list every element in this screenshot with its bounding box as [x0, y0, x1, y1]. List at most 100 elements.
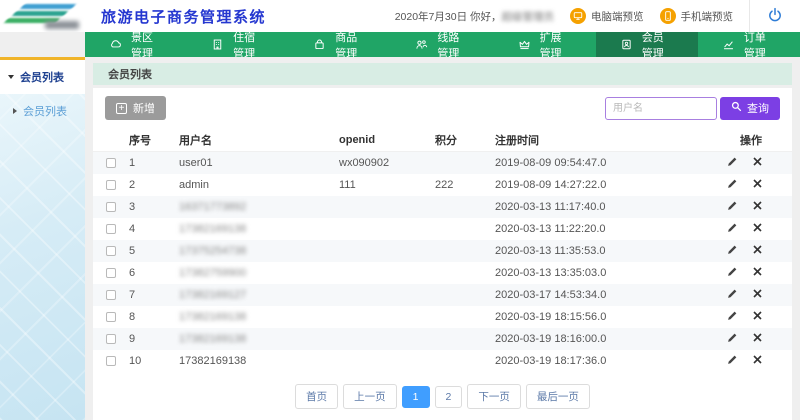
edit-button[interactable] [727, 222, 738, 236]
logo-stripe [12, 11, 69, 16]
edit-button[interactable] [727, 332, 738, 346]
row-checkbox-cell [93, 180, 129, 190]
pagination-last-button[interactable]: 最后一页 [526, 384, 590, 409]
edit-button[interactable] [727, 354, 738, 368]
delete-button[interactable] [753, 244, 762, 258]
sidebar: 会员列表 会员列表 [0, 57, 85, 420]
cell-username: user01 [179, 157, 339, 169]
row-checkbox-cell [93, 290, 129, 300]
cell-operations [690, 244, 792, 258]
nav-item-goods[interactable]: 商品管理 [289, 32, 391, 57]
nav-label: 景区管理 [131, 29, 163, 61]
edit-button[interactable] [727, 244, 738, 258]
pagination-prev-button[interactable]: 上一页 [343, 384, 397, 409]
edit-button[interactable] [727, 156, 738, 170]
logout-button[interactable] [749, 0, 800, 32]
sidebar-child-label: 会员列表 [23, 103, 67, 119]
logo-blurred-text [45, 21, 79, 29]
edit-button[interactable] [727, 288, 738, 302]
delete-button[interactable] [753, 200, 762, 214]
delete-button[interactable] [753, 354, 762, 368]
nav-item-member[interactable]: 会员管理 [596, 32, 698, 57]
app-title: 旅游电子商务管理系统 [101, 6, 266, 27]
nav-item-extend[interactable]: 扩展管理 [494, 32, 596, 57]
cell-no: 9 [129, 333, 179, 345]
row-checkbox[interactable] [106, 246, 116, 256]
row-checkbox[interactable] [106, 312, 116, 322]
lodging-icon [211, 38, 224, 51]
col-header-regtime: 注册时间 [495, 132, 690, 148]
edit-button[interactable] [727, 200, 738, 214]
cell-operations [690, 332, 792, 346]
member-table: 序号 用户名 openid 积分 注册时间 操作 1 user01 wx0909… [93, 128, 792, 372]
cell-operations [690, 310, 792, 324]
cell-regtime: 2020-03-13 11:22:20.0 [495, 223, 690, 235]
row-checkbox[interactable] [106, 180, 116, 190]
edit-button[interactable] [727, 178, 738, 192]
pagination-first-button[interactable]: 首页 [295, 384, 338, 409]
mobile-preview-button[interactable]: 手机端预览 [660, 8, 734, 24]
nav-item-order[interactable]: 订单管理 [698, 32, 800, 57]
cell-points: 222 [435, 179, 495, 191]
nav-item-route[interactable]: 线路管理 [391, 32, 493, 57]
sidebar-item-member-list-parent[interactable]: 会员列表 [0, 60, 85, 94]
pencil-icon [727, 266, 738, 280]
delete-button[interactable] [753, 222, 762, 236]
col-header-openid: openid [339, 134, 435, 146]
edit-button[interactable] [727, 266, 738, 280]
delete-button[interactable] [753, 332, 762, 346]
pagination-page-2-button[interactable]: 2 [435, 386, 463, 408]
nav-item-lodging[interactable]: 住宿管理 [187, 32, 289, 57]
main-content: 会员列表 + 新增 查询 [85, 57, 800, 420]
pagination-page-1-button[interactable]: 1 [402, 386, 430, 408]
cell-operations [690, 200, 792, 214]
cell-regtime: 2020-03-13 11:17:40.0 [495, 201, 690, 213]
breadcrumb-label: 会员列表 [108, 66, 152, 82]
col-header-ops: 操作 [690, 132, 792, 148]
sidebar-item-member-list-child[interactable]: 会员列表 [0, 94, 85, 128]
cell-operations [690, 354, 792, 368]
pc-preview-button[interactable]: 电脑端预览 [570, 8, 644, 24]
toolbar: + 新增 查询 [93, 88, 792, 128]
pencil-icon [727, 178, 738, 192]
row-checkbox[interactable] [106, 158, 116, 168]
nav-label: 会员管理 [642, 29, 674, 61]
cell-no: 6 [129, 267, 179, 279]
delete-button[interactable] [753, 156, 762, 170]
col-header-username: 用户名 [179, 132, 339, 148]
pencil-icon [727, 244, 738, 258]
row-checkbox[interactable] [106, 356, 116, 366]
delete-button[interactable] [753, 288, 762, 302]
delete-button[interactable] [753, 266, 762, 280]
row-checkbox-cell [93, 312, 129, 322]
pencil-icon [727, 222, 738, 236]
greeting-text: 2020年7月30日 你好， [395, 9, 502, 24]
delete-button[interactable] [753, 310, 762, 324]
search-button[interactable]: 查询 [720, 97, 780, 120]
caret-right-icon [13, 108, 17, 114]
pencil-icon [727, 156, 738, 170]
app-window: 旅游电子商务管理系统 2020年7月30日 你好， 超级管理员 电脑端预览 手机… [0, 0, 800, 420]
row-checkbox[interactable] [106, 224, 116, 234]
pc-preview-label: 电脑端预览 [591, 9, 644, 24]
add-button[interactable]: + 新增 [105, 96, 166, 120]
edit-button[interactable] [727, 310, 738, 324]
row-checkbox[interactable] [106, 268, 116, 278]
delete-button[interactable] [753, 178, 762, 192]
search-input[interactable] [605, 97, 717, 120]
row-checkbox[interactable] [106, 334, 116, 344]
top-nav: 景区管理 住宿管理 商品管理 线路管理 扩展管理 会员管理 订单管理 [85, 32, 800, 57]
cell-regtime: 2020-03-17 14:53:34.0 [495, 289, 690, 301]
cell-no: 1 [129, 157, 179, 169]
cell-no: 8 [129, 311, 179, 323]
cell-username: 17382169138 [179, 223, 339, 235]
table-row: 2 admin 111 222 2019-08-09 14:27:22.0 [93, 174, 792, 196]
nav-label: 商品管理 [335, 29, 367, 61]
row-checkbox[interactable] [106, 290, 116, 300]
nav-item-scenic[interactable]: 景区管理 [85, 32, 187, 57]
pagination-next-button[interactable]: 下一页 [467, 384, 521, 409]
current-username: 超级管理员 [502, 9, 555, 24]
close-icon [753, 355, 762, 367]
col-header-no: 序号 [129, 132, 179, 148]
row-checkbox[interactable] [106, 202, 116, 212]
